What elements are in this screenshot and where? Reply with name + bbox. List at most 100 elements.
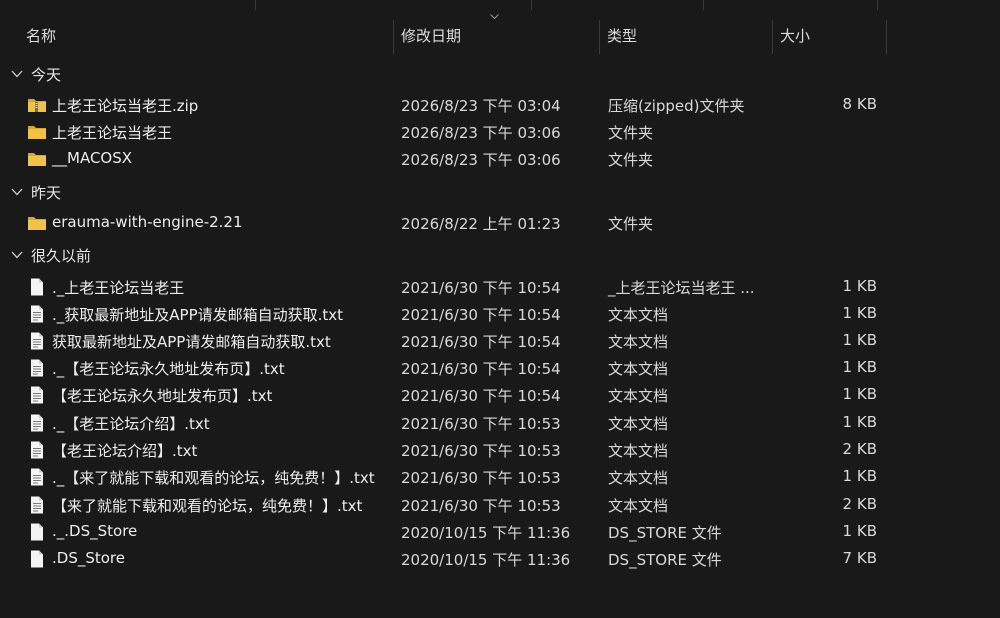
file-row[interactable]: ._【老王论坛永久地址发布页】.txt 2021/6/30 下午 10:54 文… bbox=[0, 355, 1000, 381]
file-size: 7 KB bbox=[842, 549, 877, 567]
column-header-name-label: 名称 bbox=[26, 27, 57, 45]
file-name: ._【老王论坛永久地址发布页】.txt bbox=[52, 360, 285, 378]
column-separator[interactable] bbox=[393, 20, 394, 54]
file-date: 2020/10/15 下午 11:36 bbox=[401, 551, 571, 569]
text-file-icon bbox=[31, 386, 43, 404]
file-date: 2026/8/23 下午 03:06 bbox=[401, 151, 561, 169]
file-name: 上老王论坛当老王 bbox=[52, 124, 173, 142]
toolbar-divider bbox=[703, 0, 704, 10]
file-date: 2021/6/30 下午 10:54 bbox=[401, 360, 561, 378]
file-row[interactable]: ._.DS_Store 2020/10/15 下午 11:36 DS_STORE… bbox=[0, 519, 1000, 545]
file-name: __MACOSX bbox=[52, 149, 133, 167]
zip-folder-icon bbox=[28, 99, 46, 112]
file-row[interactable]: ._获取最新地址及APP请发邮箱自动获取.txt 2021/6/30 下午 10… bbox=[0, 301, 1000, 327]
file-type: 文件夹 bbox=[608, 124, 654, 142]
file-icon bbox=[31, 550, 43, 568]
file-size: 2 KB bbox=[842, 495, 877, 513]
column-header: 名称 修改日期 类型 大小 bbox=[0, 20, 1000, 54]
file-type: 文本文档 bbox=[608, 306, 669, 324]
column-header-date-label: 修改日期 bbox=[401, 27, 462, 45]
text-file-icon bbox=[31, 496, 43, 514]
file-row[interactable]: __MACOSX 2026/8/23 下午 03:06 文件夹 bbox=[0, 146, 1000, 172]
toolbar-divider bbox=[531, 0, 532, 10]
file-size: 1 KB bbox=[842, 522, 877, 540]
column-header-name[interactable]: 名称 bbox=[20, 20, 393, 54]
file-type: 文本文档 bbox=[608, 497, 669, 515]
column-header-date[interactable]: 修改日期 bbox=[395, 20, 599, 54]
file-type: 文本文档 bbox=[608, 415, 669, 433]
file-type: DS_STORE 文件 bbox=[608, 551, 722, 569]
file-icon bbox=[31, 278, 43, 296]
file-icon bbox=[31, 523, 43, 541]
text-file-icon bbox=[31, 414, 43, 432]
file-size: 1 KB bbox=[842, 413, 877, 431]
file-size: 1 KB bbox=[842, 304, 877, 322]
text-file-icon bbox=[31, 359, 43, 377]
file-type: 压缩(zipped)文件夹 bbox=[608, 97, 745, 115]
file-size: 1 KB bbox=[842, 385, 877, 403]
column-header-type[interactable]: 类型 bbox=[601, 20, 772, 54]
file-row[interactable]: ._【老王论坛介绍】.txt 2021/6/30 下午 10:53 文本文档 1… bbox=[0, 410, 1000, 436]
file-type: 文本文档 bbox=[608, 469, 669, 487]
chevron-down-icon[interactable] bbox=[11, 69, 23, 79]
file-date: 2020/10/15 下午 11:36 bbox=[401, 524, 571, 542]
file-type: _上老王论坛当老王 ... bbox=[608, 279, 755, 297]
file-date: 2026/8/23 下午 03:06 bbox=[401, 124, 561, 142]
file-date: 2021/6/30 下午 10:53 bbox=[401, 415, 561, 433]
toolbar-divider bbox=[255, 0, 256, 10]
folder-icon bbox=[28, 217, 46, 230]
file-date: 2021/6/30 下午 10:54 bbox=[401, 306, 561, 324]
group-label: 昨天 bbox=[31, 184, 62, 202]
file-row[interactable]: 【老王论坛永久地址发布页】.txt 2021/6/30 下午 10:54 文本文… bbox=[0, 382, 1000, 408]
file-name: erauma-with-engine-2.21 bbox=[52, 213, 243, 231]
text-file-icon bbox=[31, 468, 43, 486]
file-type: 文本文档 bbox=[608, 387, 669, 405]
file-size: 1 KB bbox=[842, 467, 877, 485]
file-row[interactable]: 获取最新地址及APP请发邮箱自动获取.txt 2021/6/30 下午 10:5… bbox=[0, 328, 1000, 354]
file-name: 【老王论坛介绍】.txt bbox=[52, 442, 198, 460]
group-header-long-ago[interactable]: 很久以前 bbox=[0, 243, 1000, 269]
file-name: ._获取最新地址及APP请发邮箱自动获取.txt bbox=[52, 306, 344, 324]
column-separator[interactable] bbox=[599, 20, 600, 54]
column-header-size-label: 大小 bbox=[780, 27, 811, 45]
file-type: 文本文档 bbox=[608, 442, 669, 460]
chevron-down-icon[interactable] bbox=[11, 250, 23, 260]
folder-icon bbox=[28, 126, 46, 139]
text-file-icon bbox=[31, 332, 43, 350]
column-separator[interactable] bbox=[772, 20, 773, 54]
file-name: 【来了就能下载和观看的论坛，纯免费！】.txt bbox=[52, 497, 363, 515]
file-row[interactable]: 上老王论坛当老王.zip 2026/8/23 下午 03:04 压缩(zippe… bbox=[0, 92, 1000, 118]
group-header-yesterday[interactable]: 昨天 bbox=[0, 180, 1000, 206]
file-name: ._【来了就能下载和观看的论坛，纯免费！】.txt bbox=[52, 469, 375, 487]
file-row[interactable]: .DS_Store 2020/10/15 下午 11:36 DS_STORE 文… bbox=[0, 546, 1000, 572]
file-row[interactable]: erauma-with-engine-2.21 2026/8/22 上午 01:… bbox=[0, 210, 1000, 236]
file-row[interactable]: ._上老王论坛当老王 2021/6/30 下午 10:54 _上老王论坛当老王 … bbox=[0, 274, 1000, 300]
file-date: 2021/6/30 下午 10:53 bbox=[401, 497, 561, 515]
file-type: 文本文档 bbox=[608, 333, 669, 351]
text-file-icon bbox=[31, 305, 43, 323]
column-header-size[interactable]: 大小 bbox=[774, 20, 886, 54]
file-row[interactable]: ._【来了就能下载和观看的论坛，纯免费！】.txt 2021/6/30 下午 1… bbox=[0, 464, 1000, 490]
file-name: ._上老王论坛当老王 bbox=[52, 279, 185, 297]
file-date: 2021/6/30 下午 10:54 bbox=[401, 279, 561, 297]
file-size: 1 KB bbox=[842, 331, 877, 349]
file-date: 2026/8/22 上午 01:23 bbox=[401, 215, 561, 233]
file-type: 文件夹 bbox=[608, 151, 654, 169]
file-row[interactable]: 【来了就能下载和观看的论坛，纯免费！】.txt 2021/6/30 下午 10:… bbox=[0, 492, 1000, 518]
file-name: 上老王论坛当老王.zip bbox=[52, 97, 199, 115]
file-name: ._.DS_Store bbox=[52, 522, 138, 540]
file-date: 2021/6/30 下午 10:54 bbox=[401, 387, 561, 405]
file-name: .DS_Store bbox=[52, 549, 125, 567]
column-separator[interactable] bbox=[886, 20, 887, 54]
file-date: 2026/8/23 下午 03:04 bbox=[401, 97, 561, 115]
file-type: 文本文档 bbox=[608, 360, 669, 378]
group-header-today[interactable]: 今天 bbox=[0, 62, 1000, 88]
chevron-down-icon[interactable] bbox=[11, 187, 23, 197]
group-label: 很久以前 bbox=[31, 247, 92, 265]
file-date: 2021/6/30 下午 10:53 bbox=[401, 442, 561, 460]
file-row[interactable]: 【老王论坛介绍】.txt 2021/6/30 下午 10:53 文本文档 2 K… bbox=[0, 437, 1000, 463]
toolbar-divider bbox=[877, 0, 878, 10]
file-row[interactable]: 上老王论坛当老王 2026/8/23 下午 03:06 文件夹 bbox=[0, 119, 1000, 145]
file-type: 文件夹 bbox=[608, 215, 654, 233]
file-date: 2021/6/30 下午 10:54 bbox=[401, 333, 561, 351]
